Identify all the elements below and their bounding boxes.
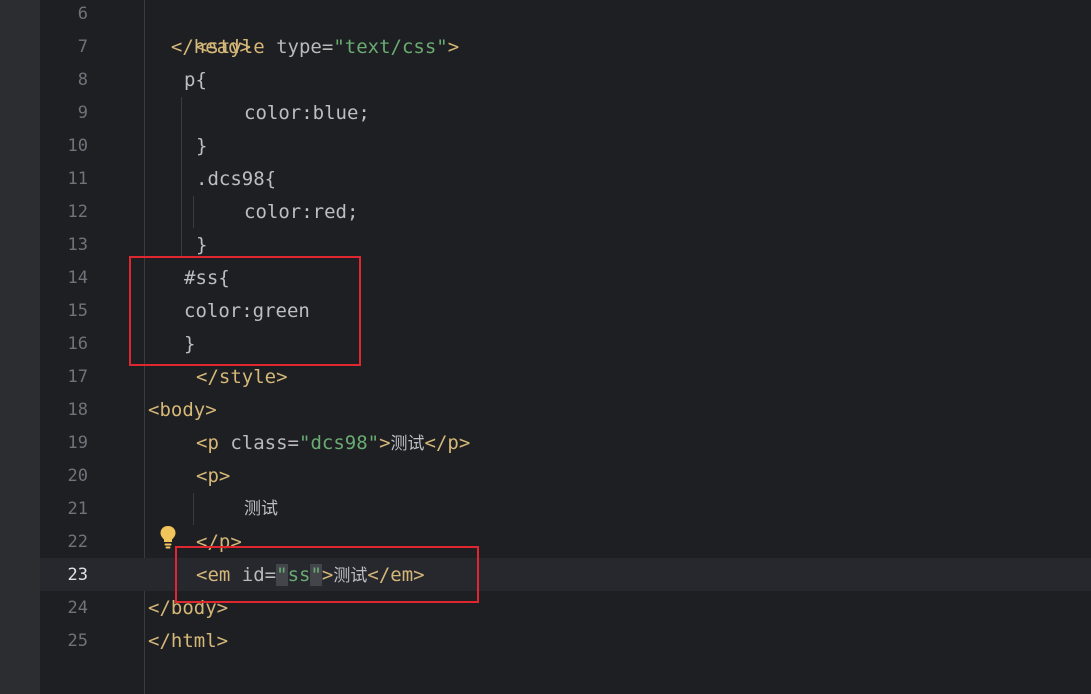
code-line-6[interactable]: </head> bbox=[148, 0, 251, 58]
line-number[interactable]: 6 bbox=[40, 0, 88, 31]
line-number[interactable]: 20 bbox=[40, 460, 88, 493]
code-tag: <style bbox=[196, 36, 265, 58]
code-string: "dcs98" bbox=[299, 432, 380, 454]
code-equals: = bbox=[321, 36, 334, 58]
line-number[interactable]: 10 bbox=[40, 130, 88, 163]
line-number[interactable]: 9 bbox=[40, 97, 88, 130]
line-number[interactable]: 21 bbox=[40, 493, 88, 526]
tool-window-strip bbox=[0, 0, 40, 694]
line-number-current[interactable]: 23 bbox=[40, 559, 88, 592]
line-number[interactable]: 15 bbox=[40, 295, 88, 328]
highlight-box-em-element bbox=[175, 546, 479, 603]
code-line-19[interactable]: <p class="dcs98">测试</p> bbox=[196, 427, 470, 460]
line-number[interactable]: 19 bbox=[40, 427, 88, 460]
code-tag: > bbox=[447, 36, 460, 58]
code-text-content: 测试 bbox=[390, 434, 425, 454]
line-number[interactable]: 16 bbox=[40, 328, 88, 361]
code-line-8[interactable]: p{ bbox=[184, 64, 207, 97]
code-line-9[interactable]: color:blue; bbox=[244, 97, 370, 130]
line-number[interactable]: 22 bbox=[40, 526, 88, 559]
code-line-20[interactable]: <p> bbox=[196, 460, 230, 493]
code-attr: class bbox=[230, 432, 288, 454]
code-line-7[interactable]: <style type="text/css"> bbox=[196, 31, 459, 64]
code-tag: </p> bbox=[424, 432, 471, 454]
highlight-box-css-rule bbox=[129, 256, 361, 366]
indent-guide bbox=[181, 97, 182, 257]
line-number[interactable]: 8 bbox=[40, 64, 88, 97]
code-line-12[interactable]: color:red; bbox=[244, 196, 358, 229]
line-number[interactable]: 24 bbox=[40, 592, 88, 625]
code-equals: = bbox=[287, 432, 299, 454]
line-number[interactable]: 12 bbox=[40, 196, 88, 229]
indent-guide bbox=[193, 493, 194, 525]
code-string: "text/css" bbox=[333, 36, 448, 58]
code-line-18[interactable]: <body> bbox=[148, 394, 217, 427]
code-line-25[interactable]: </html> bbox=[148, 625, 228, 658]
line-number[interactable]: 7 bbox=[40, 31, 88, 64]
code-tag: > bbox=[379, 432, 391, 454]
line-number[interactable]: 14 bbox=[40, 262, 88, 295]
code-line-21[interactable]: 测试 bbox=[244, 493, 278, 526]
line-number[interactable]: 18 bbox=[40, 394, 88, 427]
line-number[interactable]: 13 bbox=[40, 229, 88, 262]
code-attr: type bbox=[276, 36, 322, 58]
line-number[interactable]: 25 bbox=[40, 625, 88, 658]
line-number[interactable]: 17 bbox=[40, 361, 88, 394]
code-line-11[interactable]: .dcs98{ bbox=[196, 163, 276, 196]
code-tag: <p bbox=[196, 432, 219, 454]
indent-guide bbox=[193, 196, 194, 228]
line-number[interactable]: 11 bbox=[40, 163, 88, 196]
code-line-10[interactable]: } bbox=[196, 130, 207, 163]
